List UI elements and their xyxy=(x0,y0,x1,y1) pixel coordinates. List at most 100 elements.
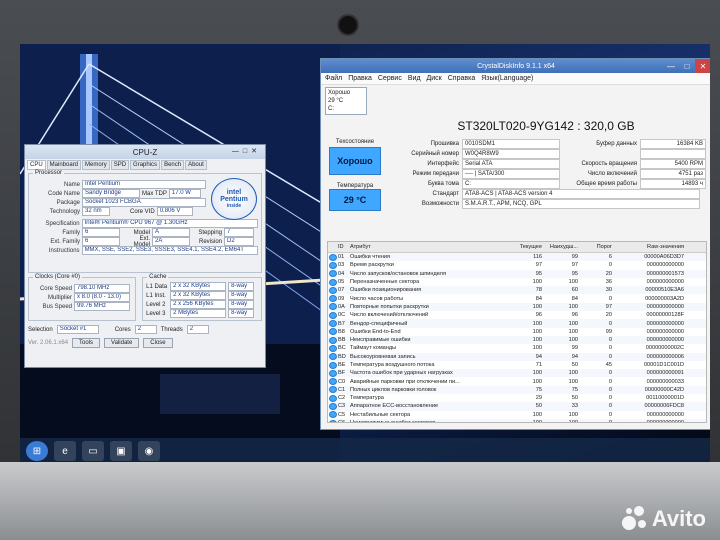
table-row[interactable]: BC Таймаут команды 100 99 0 00000000002C xyxy=(328,344,706,352)
table-row[interactable]: C2 Температура 29 50 0 00110000001D xyxy=(328,394,706,402)
cell-id: BD xyxy=(338,353,346,360)
good-status-icon xyxy=(329,253,337,261)
table-row[interactable]: 04 Число запусков/остановок шпинделя 95 95 2… xyxy=(328,269,706,278)
cell-raw: 000000000000 xyxy=(646,411,684,418)
cell-raw: 00000A06D3D7 xyxy=(644,254,684,261)
table-row[interactable]: B8 Ошибки End-to-End 100 100 99 000000000000 xyxy=(328,328,706,336)
menu-language[interactable]: Язык(Language) xyxy=(481,75,533,82)
tab-memory[interactable]: Memory xyxy=(82,160,110,170)
status-dot-icon xyxy=(328,369,338,377)
disk-tab-c[interactable]: Хорошо 29 °C C: xyxy=(325,87,367,115)
tools-button[interactable]: Tools xyxy=(72,338,101,348)
cell-id: BB xyxy=(338,337,346,344)
close-icon[interactable]: ✕ xyxy=(695,59,710,73)
cdi-icon[interactable]: ◉ xyxy=(138,441,160,461)
spec-value: Intel® Pentium® CPU 967 @ 1.30GHz xyxy=(81,219,258,228)
menu-file[interactable]: Файл xyxy=(325,75,342,82)
table-row[interactable]: C5 Нестабильные сектора 100 100 0 00000000000… xyxy=(328,411,706,419)
table-row[interactable]: 03 Время раскрутки 97 97 0 000000000000 xyxy=(328,261,706,269)
status-dot-icon xyxy=(328,286,338,294)
table-row[interactable]: BE Температура воздушного потока 71 50 45 000… xyxy=(328,361,706,369)
table-row[interactable]: C0 Аварийные парковки при отключении пи..… xyxy=(328,377,706,386)
cell-threshold: 0 xyxy=(608,262,612,269)
table-row[interactable]: BF Частота ошибок при ударных нагрузках 10… xyxy=(328,369,706,378)
table-row[interactable]: 0C Число включений/отключений 96 96 20 000000… xyxy=(328,311,706,319)
col-attribute[interactable]: Атрибут xyxy=(350,244,502,250)
menu-edit[interactable]: Правка xyxy=(348,75,372,82)
good-status-icon xyxy=(329,295,337,303)
intel-pentium-logo: intel Pentium inside xyxy=(211,178,257,220)
cdi-titlebar[interactable]: CrystalDiskInfo 9.1.1 x64 — □ ✕ xyxy=(321,59,710,73)
desktop: CPU-Z —□✕ CPU Mainboard Memory SPD Graph… xyxy=(20,44,710,464)
good-status-icon xyxy=(329,353,337,361)
selection-label: Selection xyxy=(28,326,53,333)
close-button[interactable]: Close xyxy=(143,338,173,348)
tab-spd[interactable]: SPD xyxy=(110,160,130,170)
folder-icon[interactable]: ▭ xyxy=(82,441,104,461)
selection-select[interactable]: Socket #1 xyxy=(56,325,99,334)
logo-line-2: Pentium xyxy=(220,196,248,203)
window-controls-icon[interactable]: —□✕ xyxy=(232,147,261,155)
cell-attribute: Ошибки позиционирования xyxy=(350,287,422,294)
smart-table[interactable]: ID Атрибут Текущее Наихудш... Порог Raw-… xyxy=(327,241,707,423)
table-row[interactable]: 09 Число часов работы 84 84 0 000000003A2D xyxy=(328,294,706,303)
menu-help[interactable]: Справка xyxy=(448,75,475,82)
menu-disk[interactable]: Диск xyxy=(427,75,442,82)
col-raw[interactable]: Raw-значения xyxy=(612,244,688,250)
table-row[interactable]: C1 Полных циклов парковки головок 75 75 0 000… xyxy=(328,385,706,395)
good-status-icon xyxy=(329,386,337,394)
clocks-group-title: Clocks (Core #0) xyxy=(33,274,83,280)
tab-graphics[interactable]: Graphics xyxy=(130,160,161,170)
health-status-button[interactable]: Хорошо xyxy=(329,147,381,175)
family-label: Family xyxy=(62,229,80,236)
cell-attribute: Температура xyxy=(350,395,384,402)
start-orb-icon[interactable]: ⊞ xyxy=(26,441,48,461)
table-row[interactable]: 07 Ошибки позиционирования 78 60 30 00000510E… xyxy=(328,286,706,295)
tab-about[interactable]: About xyxy=(185,160,207,170)
logo-line-3: inside xyxy=(226,203,242,209)
cell-worst: 33 xyxy=(571,403,578,410)
table-row[interactable]: BB Неисправимые ошибки 100 100 0 000000000000 xyxy=(328,335,706,345)
col-threshold[interactable]: Порог xyxy=(578,244,612,250)
cell-current: 100 xyxy=(532,279,542,286)
tab-mainboard[interactable]: Mainboard xyxy=(46,160,82,170)
menu-service[interactable]: Сервис xyxy=(378,75,402,82)
col-worst[interactable]: Наихудш... xyxy=(542,244,578,250)
cpuz-icon[interactable]: ▣ xyxy=(110,441,132,461)
good-status-icon xyxy=(329,261,337,269)
table-row[interactable]: 01 Ошибки чтения 116 99 6 00000A06D3D7 xyxy=(328,253,706,262)
name-label: Name xyxy=(63,181,80,188)
table-row[interactable]: 0A Повторные попытки раскрутки 100 100 97 000… xyxy=(328,302,706,312)
cell-id: BF xyxy=(338,370,346,377)
features-label: Возможности xyxy=(421,201,459,207)
validate-button[interactable]: Validate xyxy=(104,338,140,348)
cell-worst: 60 xyxy=(571,287,578,294)
status-dot-icon xyxy=(328,411,338,419)
cell-raw: 00000000128F xyxy=(646,312,684,319)
cell-current: 100 xyxy=(532,303,542,310)
table-row[interactable]: C3 Аппаратное ECC-восстановление 50 33 0 0000… xyxy=(328,402,706,411)
table-row[interactable]: 05 Переназначенные сектора 100 100 36 0000000… xyxy=(328,278,706,286)
cpuz-window[interactable]: CPU-Z —□✕ CPU Mainboard Memory SPD Graph… xyxy=(24,144,266,368)
col-id[interactable]: ID xyxy=(338,244,350,250)
cell-worst: 84 xyxy=(571,295,578,302)
cache-group-title: Cache xyxy=(147,274,169,280)
cell-raw: 000000003A2D xyxy=(645,295,684,302)
table-row[interactable]: BD Высокоуровневая запись 94 94 0 00000000000… xyxy=(328,352,706,361)
status-dot-icon xyxy=(328,378,338,386)
multiplier-value: x 8.0 (8.0 - 13.0) xyxy=(74,293,130,302)
table-row[interactable]: C6Неисправимые ошибки секторов1001000000… xyxy=(328,418,706,422)
minimize-icon[interactable]: — xyxy=(663,59,679,73)
cpuz-titlebar[interactable]: CPU-Z —□✕ xyxy=(25,145,265,159)
col-current[interactable]: Текущее xyxy=(502,244,542,250)
standard-value: ATA8-ACS | ATA8-ACS version 4 xyxy=(462,189,700,199)
tab-bench[interactable]: Bench xyxy=(161,160,185,170)
stepping-value: 7 xyxy=(224,228,254,237)
table-row[interactable]: B7 Вендор-специфичный 100 100 0 000000000000 xyxy=(328,319,706,328)
menu-view[interactable]: Вид xyxy=(408,75,421,82)
tab-cpu[interactable]: CPU xyxy=(27,160,46,170)
ie-icon[interactable]: e xyxy=(54,441,76,461)
crystaldiskinfo-window[interactable]: CrystalDiskInfo 9.1.1 x64 — □ ✕ Файл Пра… xyxy=(320,58,710,430)
cell-worst: 100 xyxy=(568,337,578,344)
maximize-icon[interactable]: □ xyxy=(679,59,695,73)
